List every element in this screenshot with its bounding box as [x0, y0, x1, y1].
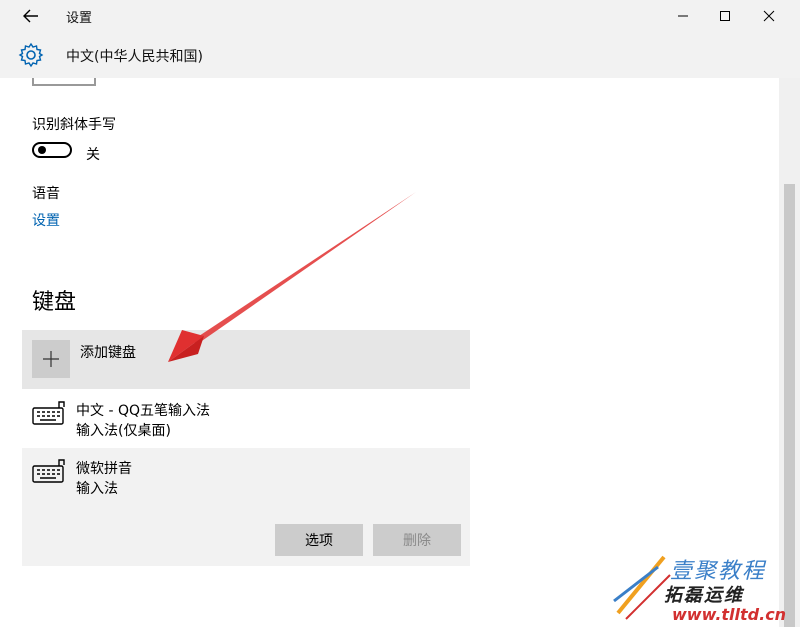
- minimize-icon: [678, 15, 688, 17]
- back-button[interactable]: [18, 4, 44, 28]
- delete-button[interactable]: 删除: [373, 524, 461, 556]
- maximize-button[interactable]: [702, 0, 748, 32]
- speech-label: 语音: [32, 186, 60, 202]
- page-title: 中文(中华人民共和国): [66, 49, 203, 65]
- maximize-icon: [720, 11, 730, 21]
- keyboard-icon: [32, 459, 65, 483]
- keyboard-item-qq-wubi[interactable]: 中文 - QQ五笔输入法 输入法(仅桌面): [22, 390, 470, 448]
- title-bar: 设置: [0, 0, 800, 32]
- minimize-button[interactable]: [660, 0, 706, 32]
- keyboard-section-title: 键盘: [32, 290, 77, 315]
- close-icon: [763, 10, 775, 22]
- partial-dropdown: [32, 78, 96, 86]
- handwriting-label: 识别斜体手写: [32, 117, 116, 133]
- add-keyboard-label: 添加键盘: [80, 345, 136, 361]
- watermark: 壹聚教程 拓磊运维 www.tlltd.cn: [612, 553, 800, 627]
- watermark-logo-icon: [613, 555, 671, 620]
- keyboard-icon: [32, 401, 65, 425]
- toggle-state-label: 关: [86, 147, 100, 163]
- plus-box: [32, 340, 70, 378]
- add-keyboard-button[interactable]: 添加键盘: [22, 330, 470, 389]
- watermark-line2: 拓磊运维: [664, 585, 744, 606]
- gear-icon: [18, 42, 44, 68]
- keyboard-item-microsoft-pinyin[interactable]: 微软拼音 输入法 选项 删除: [22, 448, 470, 566]
- toggle-knob: [38, 146, 46, 154]
- speech-settings-link[interactable]: 设置: [32, 210, 60, 230]
- handwriting-toggle[interactable]: [32, 142, 72, 158]
- close-button[interactable]: [746, 0, 792, 32]
- options-button[interactable]: 选项: [275, 524, 363, 556]
- keyboard-type: 输入法(仅桌面): [76, 423, 171, 439]
- page-header: 中文(中华人民共和国): [0, 32, 800, 78]
- keyboard-name: 中文 - QQ五笔输入法: [76, 403, 210, 419]
- watermark-url: www.tlltd.cn: [672, 605, 787, 624]
- window-title: 设置: [66, 11, 93, 26]
- back-arrow-icon: [23, 9, 38, 23]
- settings-content[interactable]: 识别斜体手写 关 语音 设置 键盘 添加键盘 中文 - QQ五笔输入法 输入法(…: [0, 78, 779, 627]
- keyboard-name: 微软拼音: [76, 461, 132, 477]
- keyboard-type: 输入法: [76, 481, 118, 497]
- vertical-scrollbar[interactable]: [779, 78, 800, 627]
- plus-icon: [43, 351, 59, 367]
